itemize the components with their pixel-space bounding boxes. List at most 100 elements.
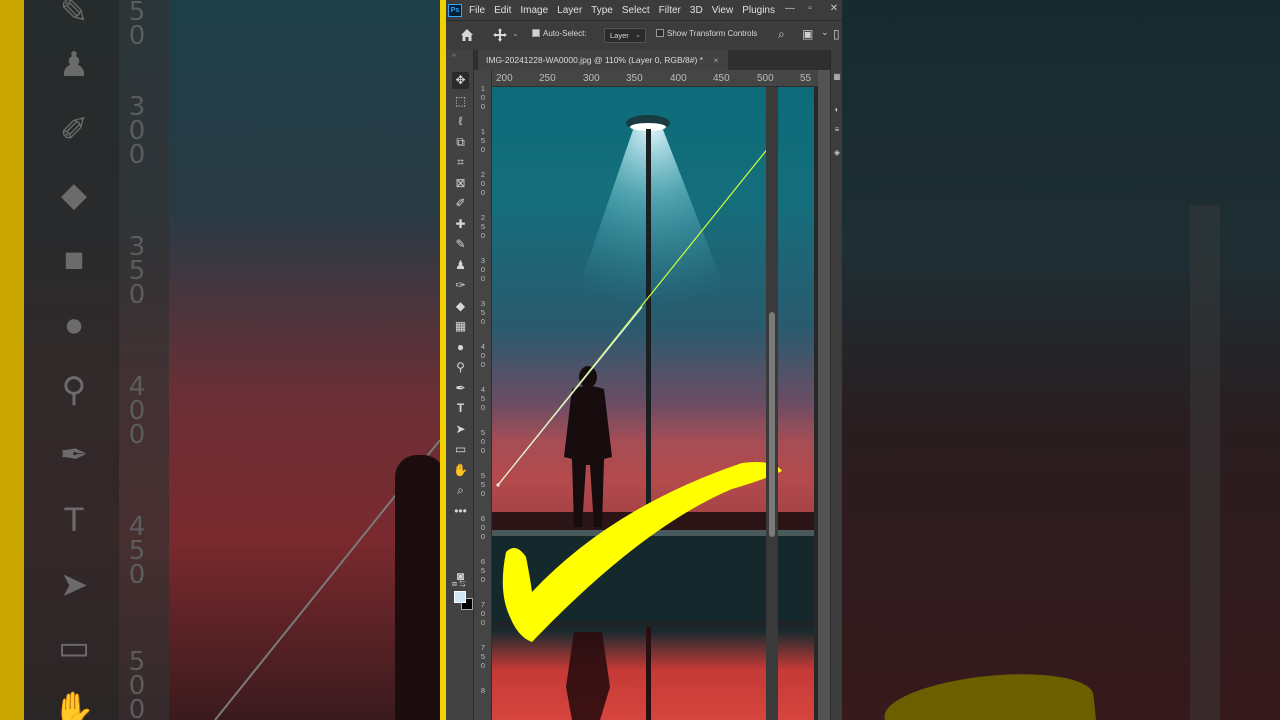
auto-select-target-dropdown[interactable]: Layer ⌄ <box>604 28 646 43</box>
close-window-icon[interactable]: ✕ <box>826 2 842 16</box>
menu-image[interactable]: Image <box>520 5 548 16</box>
menu-bar: Ps File Edit Image Layer Type Select Fil… <box>446 0 842 20</box>
ruler-tick: 300 <box>583 73 600 84</box>
marquee-tool-icon[interactable]: ⬚ <box>452 93 469 110</box>
ruler-tick: 500 <box>757 73 774 84</box>
menu-select[interactable]: Select <box>622 5 650 16</box>
hand-tool-icon[interactable]: ✋ <box>452 462 469 479</box>
document-tab-bar: IMG-20241228-WA0000.jpg @ 110% (Layer 0,… <box>474 50 842 70</box>
workspace-icon[interactable]: ▣ <box>802 27 813 41</box>
horizontal-ruler[interactable]: 200 250 300 350 400 450 500 55 <box>492 70 818 87</box>
panel-icon[interactable]: ◈ <box>832 148 842 158</box>
rectangle-tool-icon[interactable]: ▭ <box>452 441 469 458</box>
frame-tool-icon[interactable]: ⊠ <box>452 175 469 192</box>
eyedropper-tool-icon[interactable]: ✐ <box>452 195 469 212</box>
menu-view[interactable]: View <box>712 5 734 16</box>
person-reflection <box>566 632 610 720</box>
ruler-tick: 1 0 0 <box>480 84 486 111</box>
pen-tool-icon[interactable]: ✒ <box>452 380 469 397</box>
ruler-tick: 55 <box>800 73 812 84</box>
auto-select-target-value: Layer <box>610 31 629 40</box>
ruler-tick: 4 0 0 <box>480 342 486 369</box>
home-icon[interactable] <box>459 27 475 43</box>
photoshop-logo: Ps <box>448 3 462 17</box>
ruler-tick: 6 5 0 <box>480 557 486 584</box>
menu-layer[interactable]: Layer <box>557 5 582 16</box>
path-selection-tool-icon[interactable]: ➤ <box>452 421 469 438</box>
clone-stamp-tool-icon[interactable]: ♟ <box>452 257 469 274</box>
blurred-background-right <box>842 0 1280 720</box>
ghost-scrollbar <box>1190 205 1220 720</box>
crop-tool-icon[interactable]: ⌗ <box>452 154 469 171</box>
workspace-chevron-icon[interactable]: ⌄ <box>821 27 829 38</box>
show-transform-label: Show Transform Controls <box>667 29 758 38</box>
type-tool-icon[interactable]: T <box>452 400 469 417</box>
gradient-tool-icon[interactable]: ▦ <box>452 318 469 335</box>
photoshop-window: Ps File Edit Image Layer Type Select Fil… <box>440 0 842 720</box>
minimize-icon[interactable]: — <box>782 2 798 16</box>
ruler-tick: 3 0 0 <box>480 256 486 283</box>
show-transform-checkbox[interactable]: Show Transform Controls <box>656 29 757 38</box>
menu-filter[interactable]: Filter <box>659 5 681 16</box>
ruler-tick: 400 <box>670 73 687 84</box>
ruler-tick: 450 <box>713 73 730 84</box>
healing-brush-tool-icon[interactable]: ✚ <box>452 216 469 233</box>
menu-edit[interactable]: Edit <box>494 5 511 16</box>
dodge-tool-icon[interactable]: ⚲ <box>452 359 469 376</box>
ruler-tick: 2 5 0 <box>480 213 486 240</box>
maximize-icon[interactable]: ▫ <box>802 2 818 16</box>
ruler-tick: 200 <box>496 73 513 84</box>
document-title: IMG-20241228-WA0000.jpg @ 110% (Layer 0,… <box>486 55 703 65</box>
blur-tool-icon[interactable]: ● <box>452 339 469 356</box>
ruler-tick: 5 0 0 <box>480 428 486 455</box>
vertical-scrollbar[interactable] <box>766 87 778 720</box>
ghost-checkmark-blob <box>881 665 1097 720</box>
brush-tool-icon[interactable]: ✎ <box>452 236 469 253</box>
zoom-tool-icon[interactable]: ⌕ <box>452 482 469 499</box>
vertical-ruler[interactable]: 1 0 0 1 5 0 2 0 0 2 5 0 3 0 0 3 5 0 4 0 0 4 5 0… <box>474 70 492 720</box>
ghost-guide-line <box>214 439 440 720</box>
menu-file[interactable]: File <box>469 5 485 16</box>
ruler-tick: 2 0 0 <box>480 170 486 197</box>
share-icon[interactable]: ▯ <box>833 27 840 41</box>
options-bar: ⌄ Auto-Select: Layer ⌄ Show Transform Co… <box>446 20 842 50</box>
toolbox: » ✥ ⬚ ℓ ⧉ ⌗ ⊠ ✐ ✚ ✎ ♟ ✑ ◆ ▦ ● ⚲ ✒ T ➤ ▭ … <box>446 50 474 720</box>
ruler-tick: 3 5 0 <box>480 299 486 326</box>
ruler-tick: 350 <box>626 73 643 84</box>
toolbox-collapse-icon[interactable]: » <box>452 52 456 59</box>
move-tool-icon[interactable]: ✥ <box>452 72 469 89</box>
ruler-tick: 5 5 0 <box>480 471 486 498</box>
history-brush-tool-icon[interactable]: ✑ <box>452 277 469 294</box>
menu-3d[interactable]: 3D <box>690 5 703 16</box>
scrollbar-thumb[interactable] <box>769 312 775 537</box>
right-panel-strip: ▦ ◐ ≡ ◈ <box>830 50 842 720</box>
menu-plugins[interactable]: Plugins <box>742 5 775 16</box>
close-tab-icon[interactable]: × <box>713 55 718 65</box>
ruler-tick: 7 5 0 <box>480 643 486 670</box>
document-tab[interactable]: IMG-20241228-WA0000.jpg @ 110% (Layer 0,… <box>478 50 729 70</box>
edit-toolbar-icon[interactable]: ••• <box>452 503 469 520</box>
show-transform-check-icon <box>656 29 664 37</box>
auto-select-checkbox[interactable]: Auto-Select: <box>532 29 587 38</box>
panel-icon[interactable]: ≡ <box>832 125 842 135</box>
foreground-color-swatch[interactable] <box>454 591 466 603</box>
panel-icon[interactable]: ◐ <box>832 105 842 115</box>
tool-preset-chevron-icon[interactable]: ⌄ <box>512 29 519 38</box>
person-silhouette <box>564 366 612 527</box>
search-icon[interactable]: ⌕ <box>778 27 785 42</box>
menu-type[interactable]: Type <box>591 5 613 16</box>
ghost-figure <box>395 455 440 720</box>
auto-select-label: Auto-Select: <box>543 29 587 38</box>
ruler-tick: 8 <box>480 686 486 695</box>
move-tool-icon[interactable] <box>492 27 508 43</box>
panel-icon[interactable]: ▦ <box>832 72 842 82</box>
object-select-tool-icon[interactable]: ⧉ <box>452 134 469 151</box>
light-cone <box>572 127 732 307</box>
lamp-pole <box>646 129 651 529</box>
lasso-tool-icon[interactable]: ℓ <box>452 113 469 130</box>
ruler-tick: 1 5 0 <box>480 127 486 154</box>
quick-mask-icon[interactable]: ◙ <box>452 568 469 585</box>
blurred-background-left: ✎ ♟ ✐ ◆ ■ ● ⚲ ✒ T ➤ ▭ ✋ 50 300 350 400 4… <box>0 0 440 720</box>
eraser-tool-icon[interactable]: ◆ <box>452 298 469 315</box>
guide-start-point[interactable] <box>496 483 500 487</box>
